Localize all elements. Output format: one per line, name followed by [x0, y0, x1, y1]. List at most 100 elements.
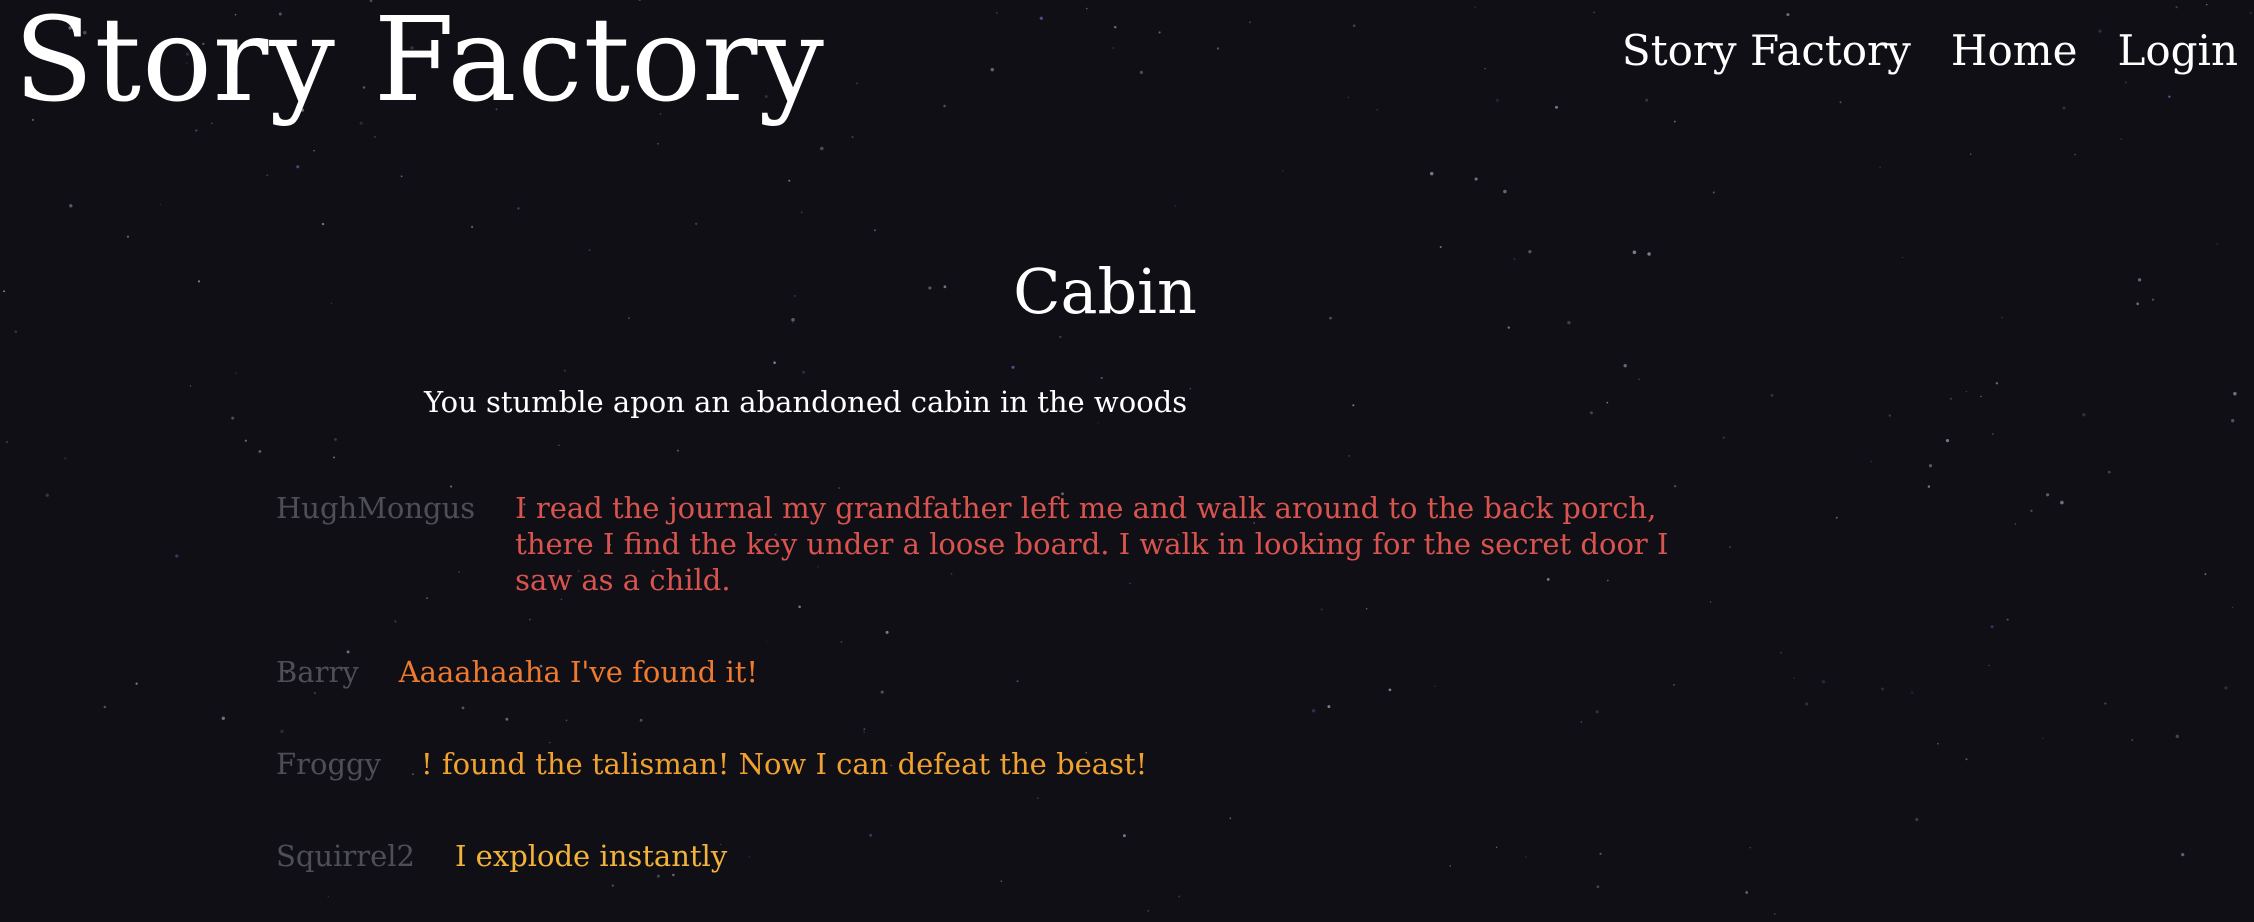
star-dot [1937, 743, 1939, 745]
star-dot [1528, 250, 1532, 254]
star-dot [1474, 6, 1476, 8]
star-dot [2168, 95, 2171, 98]
star-dot [2231, 606, 2234, 609]
star-dot [195, 129, 198, 132]
star-dot [1507, 326, 1511, 329]
star-dot [2006, 618, 2009, 621]
star-dot [1555, 105, 1558, 109]
star-dot [1606, 401, 1609, 404]
star-dot [400, 175, 403, 178]
star-dot [855, 82, 859, 85]
star-dot [1888, 414, 1891, 417]
star-dot [802, 370, 805, 374]
star-dot [159, 203, 162, 206]
star-dot [1590, 411, 1593, 415]
star-dot [175, 554, 179, 558]
star-dot [2124, 81, 2127, 84]
star-dot [1774, 913, 1776, 915]
star-dot [873, 229, 876, 232]
nav-link-login[interactable]: Login [2117, 27, 2238, 74]
star-dot [296, 165, 300, 169]
star-dot [1139, 70, 1144, 75]
star-dot [2175, 6, 2178, 9]
star-dot [1100, 376, 1103, 380]
star-dot [1623, 364, 1627, 368]
star-dot [1870, 460, 1872, 463]
star-dot [2216, 243, 2218, 245]
star-dot [1158, 31, 1161, 34]
star-dot [1729, 546, 1731, 548]
star-dot [1039, 16, 1043, 20]
entry-author[interactable]: HughMongus [276, 490, 475, 526]
site-logo-title[interactable]: Story Factory [14, 0, 825, 122]
star-dot [1113, 25, 1117, 29]
star-dot [1910, 691, 1914, 694]
star-dot [1347, 96, 1350, 98]
star-dot [694, 222, 698, 226]
star-dot [2175, 734, 2180, 739]
story-title: Cabin [1013, 255, 1197, 328]
star-dot [1980, 395, 1982, 398]
star-dot [990, 67, 995, 72]
star-dot [1112, 47, 1115, 49]
star-dot [135, 682, 138, 685]
star-dot [1647, 252, 1651, 256]
star-dot [1348, 455, 1350, 457]
star-dot [1439, 245, 1442, 249]
star-dot [1965, 758, 1968, 761]
story-entry: Froggy ! found the talisman! Now I can d… [276, 746, 1726, 782]
star-dot [2074, 153, 2076, 156]
star-dot [1928, 464, 1933, 468]
star-dot [657, 143, 659, 145]
star-dot [1991, 433, 1994, 435]
star-dot [2181, 852, 2185, 857]
entry-author[interactable]: Froggy [276, 746, 381, 782]
star-dot [1839, 101, 1842, 104]
star-dot [1638, 378, 1640, 381]
star-dot [258, 450, 262, 453]
story-entry: HughMongus I read the journal my grandfa… [276, 490, 1726, 598]
star-dot [2233, 392, 2237, 396]
star-dot [266, 174, 269, 177]
star-dot [2060, 500, 2064, 505]
entry-author[interactable]: Squirrel2 [276, 838, 415, 874]
nav-link-home[interactable]: Home [1951, 27, 2078, 74]
entry-author[interactable]: Barry [276, 654, 359, 690]
star-dot [1174, 205, 1177, 207]
story-entry: Squirrel2 I explode instantly [276, 838, 1726, 874]
star-dot [1632, 250, 1637, 255]
star-dot [2045, 493, 2050, 497]
star-dot [2250, 12, 2252, 14]
star-dot [851, 136, 854, 139]
star-dot [450, 485, 453, 488]
star-dot [374, 136, 376, 138]
star-dot [1248, 21, 1251, 24]
star-dot [1786, 13, 1790, 17]
star-dot [1805, 702, 1809, 706]
star-dot [313, 149, 315, 152]
star-dot [1881, 687, 1885, 691]
entry-text: I read the journal my grandfather left m… [515, 491, 1669, 597]
star-dot [1949, 397, 1952, 400]
star-dot [189, 385, 192, 387]
star-dot [1722, 436, 1726, 440]
star-dot [1503, 189, 1507, 194]
star-dot [1282, 170, 1284, 172]
star-dot [820, 146, 824, 151]
star-dot [1484, 67, 1486, 70]
star-dot [2107, 470, 2111, 474]
star-dot [1216, 47, 1220, 50]
star-dot [45, 493, 49, 497]
entry-text: ! found the talisman! Now I can defeat t… [420, 747, 1148, 781]
star-dot [800, 211, 803, 214]
star-dot [1011, 365, 1015, 369]
star-dot [64, 457, 67, 460]
star-dot [1988, 664, 1990, 667]
star-dot [221, 716, 226, 721]
star-dot [231, 416, 235, 420]
star-dot [333, 456, 335, 459]
star-dot [244, 439, 247, 442]
star-dot [1915, 818, 1919, 822]
nav-link-story-factory[interactable]: Story Factory [1622, 27, 1911, 74]
star-dot [471, 225, 474, 228]
